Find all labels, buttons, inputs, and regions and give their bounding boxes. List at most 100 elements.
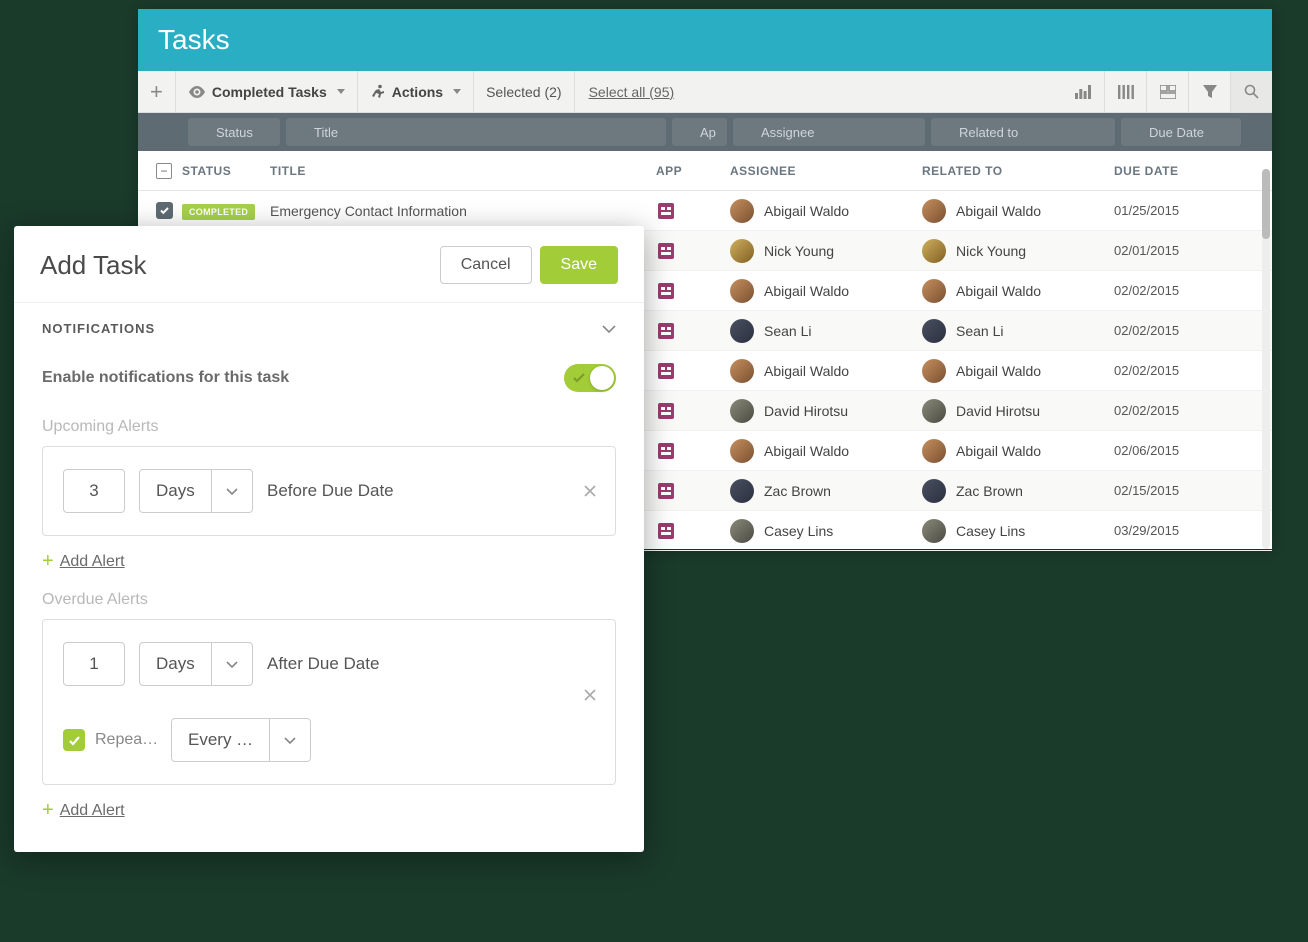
app-icon [656,481,730,501]
selected-label: Selected (2) [486,84,561,100]
actions-dropdown[interactable]: Actions [358,71,474,112]
remove-overdue-alert[interactable] [583,688,597,702]
overdue-alerts-label: Overdue Alerts [14,573,644,619]
filter-app[interactable] [672,118,727,146]
overdue-value-input[interactable] [63,642,125,686]
repeat-checkbox[interactable] [63,729,85,751]
add-alert-label: Add Alert [60,802,125,820]
funnel-icon [1203,85,1217,99]
save-button[interactable]: Save [540,246,618,284]
page-title: Tasks [158,24,230,56]
chevron-down-icon [284,737,296,744]
col-status[interactable]: STATUS [182,164,270,178]
avatar [922,399,946,423]
actions-label: Actions [392,84,443,100]
add-upcoming-alert[interactable]: + Add Alert [14,536,644,573]
row-assignee: Nick Young [730,239,922,263]
select-some-checkbox[interactable]: − [156,163,172,179]
modal-title: Add Task [40,250,432,281]
chevron-down-icon [602,325,616,333]
avatar [922,199,946,223]
row-assignee: Abigail Waldo [730,199,922,223]
check-icon [68,734,81,747]
check-icon [572,371,586,385]
add-button[interactable]: + [138,71,176,112]
filter-due[interactable] [1121,118,1241,146]
row-due: 02/02/2015 [1114,403,1224,418]
repeat-row: Repeat… Every … [63,718,595,762]
upcoming-alert-card: Days Before Due Date [42,446,616,536]
view-completed-dropdown[interactable]: Completed Tasks [176,71,358,112]
table-row[interactable]: COMPLETEDEmergency Contact InformationAb… [138,191,1272,231]
app-header: Tasks [138,9,1272,71]
search-icon [1244,84,1259,99]
search-button[interactable] [1230,71,1272,112]
cancel-button[interactable]: Cancel [440,246,532,284]
avatar [730,279,754,303]
enable-toggle[interactable] [564,364,616,392]
every-text: Every … [172,719,270,761]
filter-status[interactable] [188,118,280,146]
row-checkbox[interactable] [156,202,173,219]
row-assignee: Zac Brown [730,479,922,503]
upcoming-unit-select[interactable]: Days [139,469,253,513]
selected-count[interactable]: Selected (2) [474,71,574,112]
avatar [730,319,754,343]
row-due: 02/02/2015 [1114,363,1224,378]
app-icon [656,201,730,221]
chart-button[interactable] [1062,71,1104,112]
row-assignee: Abigail Waldo [730,439,922,463]
overdue-unit-text: Days [140,643,212,685]
row-due: 02/02/2015 [1114,283,1224,298]
filter-title[interactable] [286,118,666,146]
col-title[interactable]: TITLE [270,164,656,178]
section-title: NOTIFICATIONS [42,321,602,336]
upcoming-value-input[interactable] [63,469,125,513]
filter-button[interactable] [1188,71,1230,112]
upcoming-unit-text: Days [140,470,212,512]
app-icon [656,281,730,301]
avatar [922,519,946,543]
app-icon [656,441,730,461]
avatar [922,279,946,303]
col-related[interactable]: RELATED TO [922,164,1114,178]
chevron-down-icon [226,661,238,668]
row-due: 02/01/2015 [1114,243,1224,258]
columns-icon [1118,85,1134,99]
column-headers: − STATUS TITLE APP ASSIGNEE RELATED TO D… [138,151,1272,191]
repeat-every-select[interactable]: Every … [171,718,311,762]
row-related: Zac Brown [922,479,1114,503]
row-assignee: David Hirotsu [730,399,922,423]
remove-upcoming-alert[interactable] [583,484,597,498]
avatar [730,519,754,543]
avatar [730,439,754,463]
filter-assignee[interactable] [733,118,925,146]
columns-button[interactable] [1104,71,1146,112]
filter-row [138,113,1272,151]
overdue-unit-select[interactable]: Days [139,642,253,686]
app-icon [656,521,730,541]
row-related: Casey Lins [922,519,1114,543]
avatar [730,479,754,503]
row-due: 01/25/2015 [1114,203,1224,218]
select-all-link[interactable]: Select all (95) [575,71,689,112]
col-assignee[interactable]: ASSIGNEE [730,164,922,178]
eye-icon [188,86,206,98]
col-due[interactable]: DUE DATE [1114,164,1224,178]
avatar [922,319,946,343]
row-related: Sean Li [922,319,1114,343]
col-app[interactable]: APP [656,164,730,178]
notifications-section-header[interactable]: NOTIFICATIONS [14,303,644,336]
layout-button[interactable] [1146,71,1188,112]
avatar [730,199,754,223]
avatar [922,239,946,263]
row-related: Nick Young [922,239,1114,263]
upcoming-alerts-label: Upcoming Alerts [14,400,644,446]
filter-related[interactable] [931,118,1115,146]
row-related: Abigail Waldo [922,359,1114,383]
scrollbar-thumb[interactable] [1262,169,1270,239]
modal-header: Add Task Cancel Save [14,226,644,303]
add-overdue-alert[interactable]: + Add Alert [14,785,644,822]
avatar [730,399,754,423]
overdue-alert-card: Days After Due Date Repeat… Every … [42,619,616,785]
